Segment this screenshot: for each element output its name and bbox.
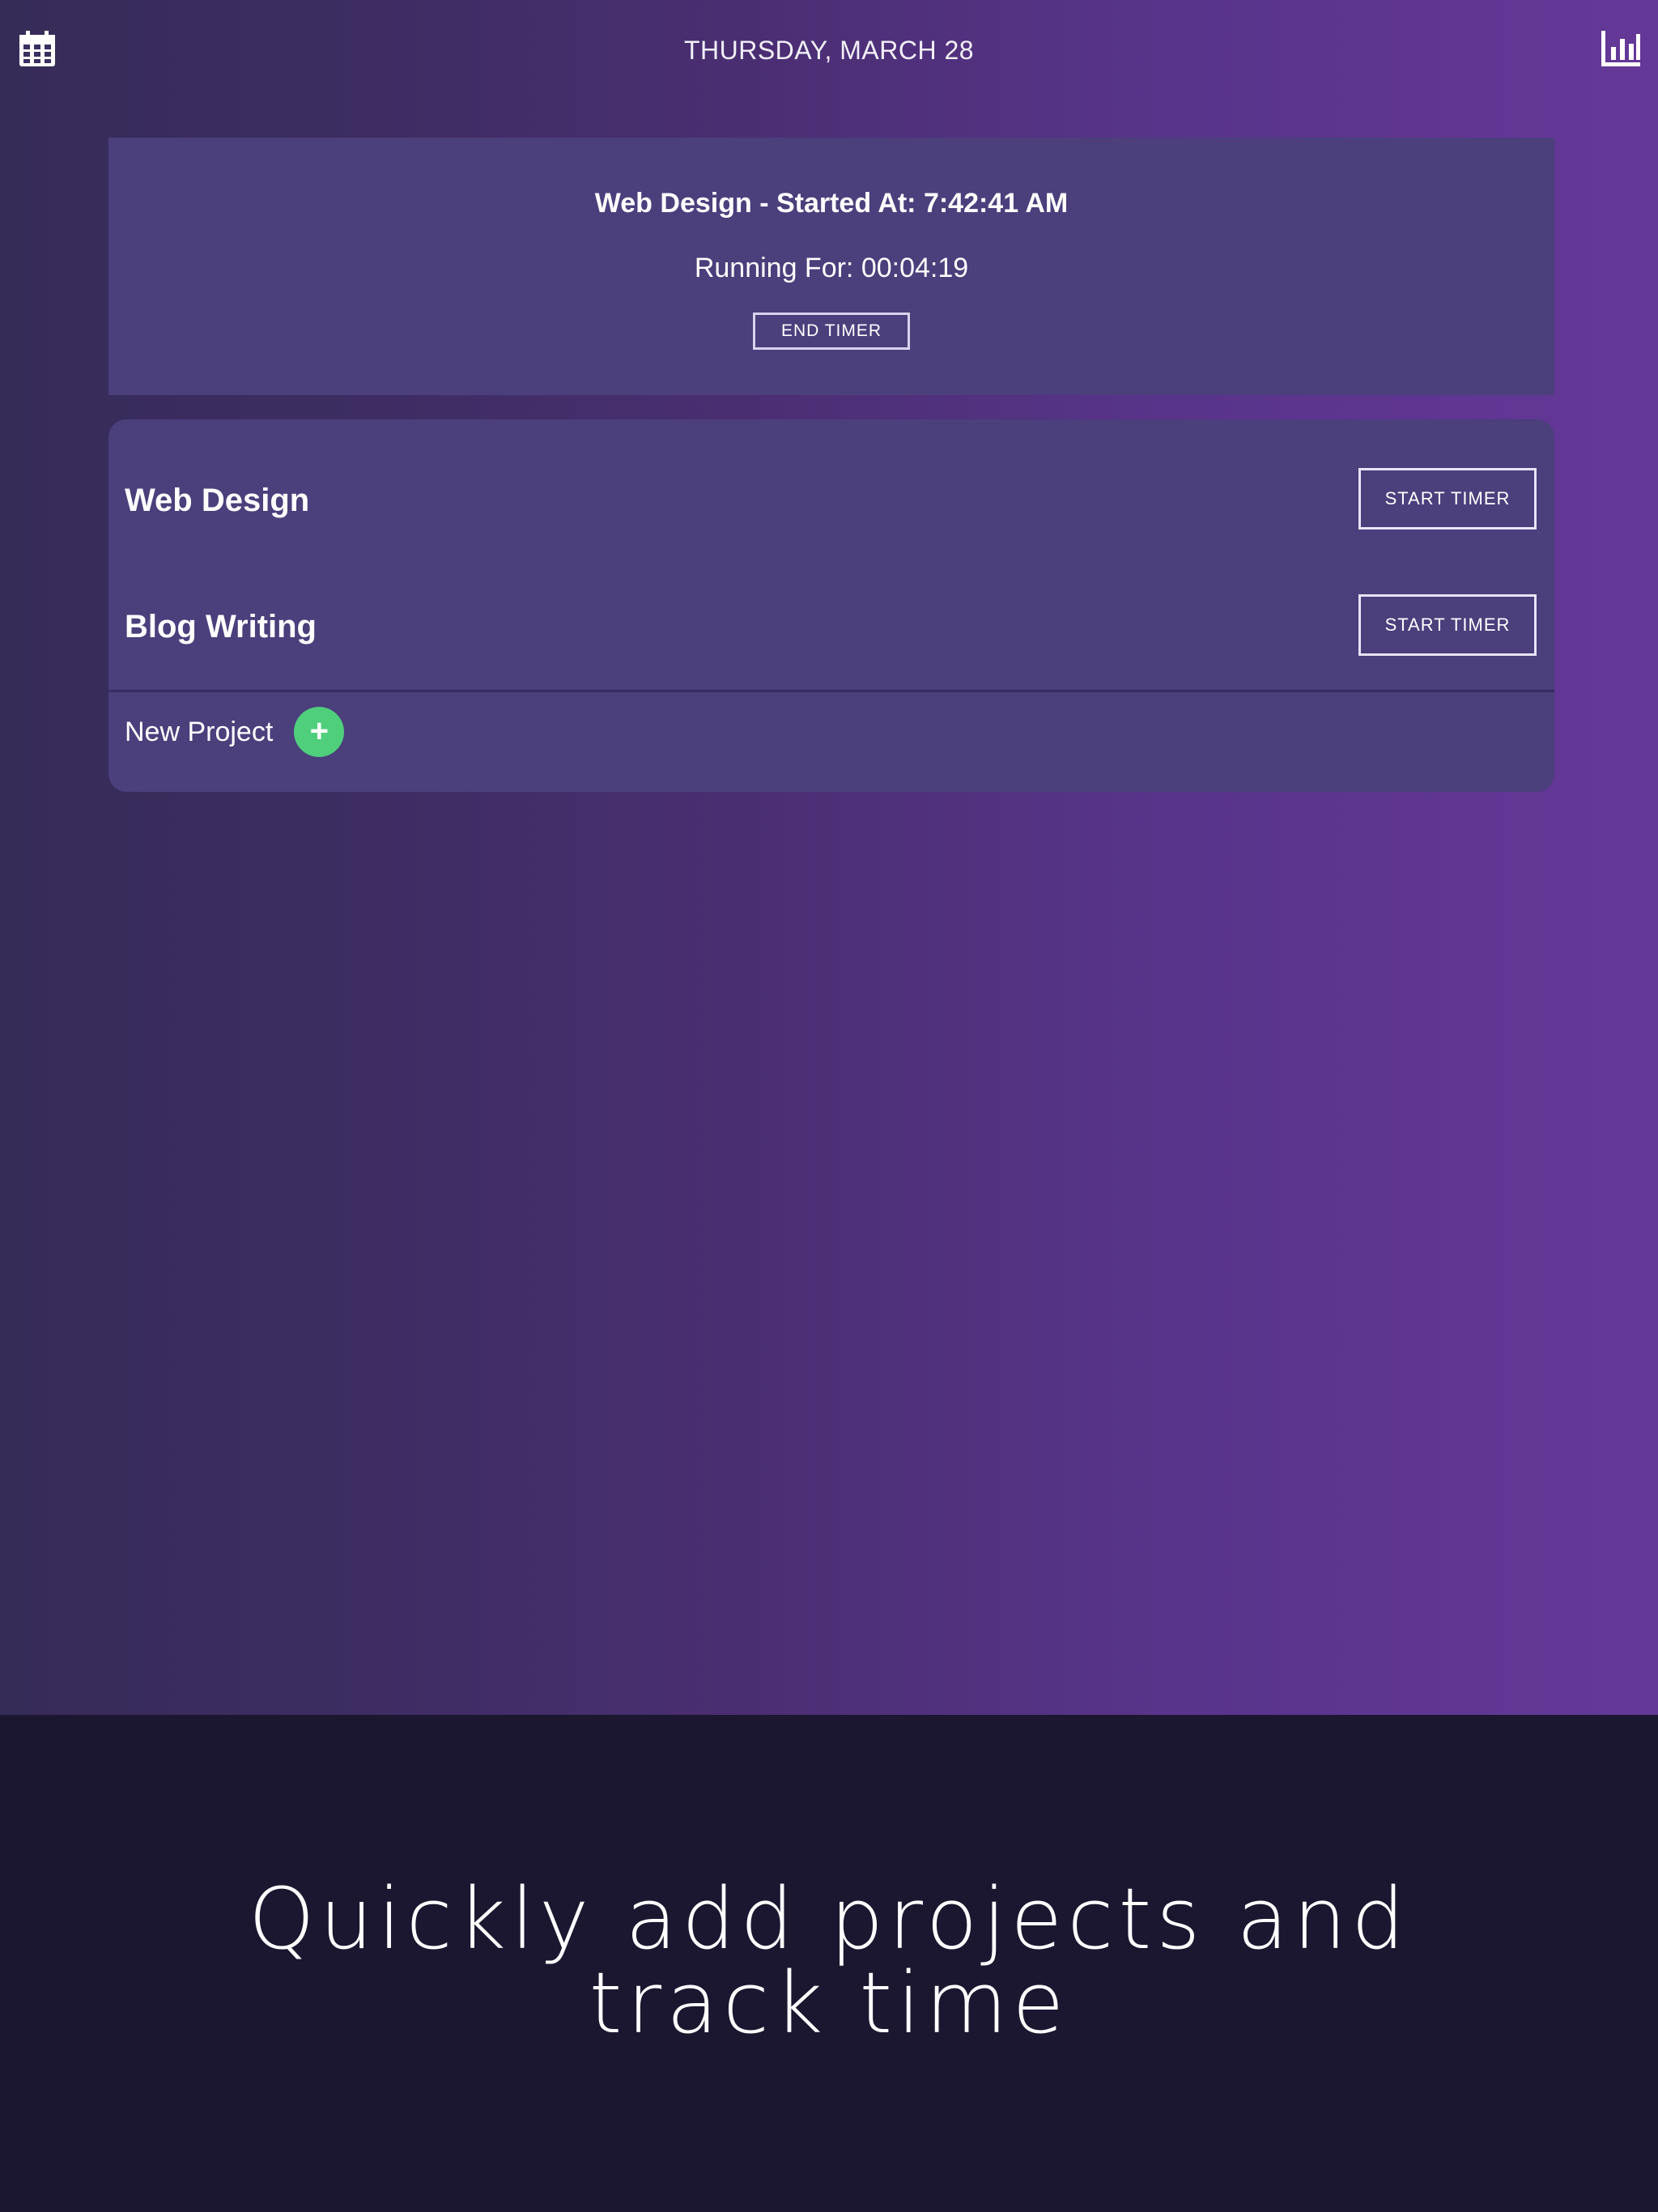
marketing-caption: Quickly add projects and track time — [0, 1877, 1658, 2045]
project-row-blog-writing: Blog Writing START TIMER — [108, 541, 1554, 662]
app-screen: THURSDAY, MARCH 28 Web Design - Started … — [0, 0, 1658, 1715]
current-date: THURSDAY, MARCH 28 — [683, 36, 975, 65]
end-timer-button[interactable]: END TIMER — [753, 313, 910, 350]
caption-line-1: Quickly add projects and — [248, 1870, 1410, 1968]
project-name: Blog Writing — [125, 609, 317, 644]
top-bar: THURSDAY, MARCH 28 — [0, 0, 1658, 105]
project-name: Web Design — [125, 483, 310, 518]
new-project-label: New Project — [125, 716, 274, 747]
add-project-button[interactable]: + — [294, 707, 345, 757]
timer-elapsed: Running For: 00:04:19 — [694, 253, 969, 283]
caption-line-2: track time — [589, 1954, 1069, 2052]
timer-title: Web Design - Started At: 7:42:41 AM — [594, 188, 1069, 219]
project-row-web-design: Web Design START TIMER — [108, 419, 1554, 541]
active-timer-card: Web Design - Started At: 7:42:41 AM Runn… — [108, 138, 1554, 395]
caption-banner: Quickly add projects and track time — [0, 1715, 1658, 2212]
new-project-row[interactable]: New Project + — [125, 707, 345, 757]
projects-list: Web Design START TIMER Blog Writing STAR… — [108, 419, 1554, 792]
divider — [108, 690, 1554, 692]
start-timer-button[interactable]: START TIMER — [1358, 468, 1537, 530]
start-timer-button[interactable]: START TIMER — [1358, 594, 1537, 656]
bar-chart-icon[interactable] — [1600, 29, 1642, 68]
